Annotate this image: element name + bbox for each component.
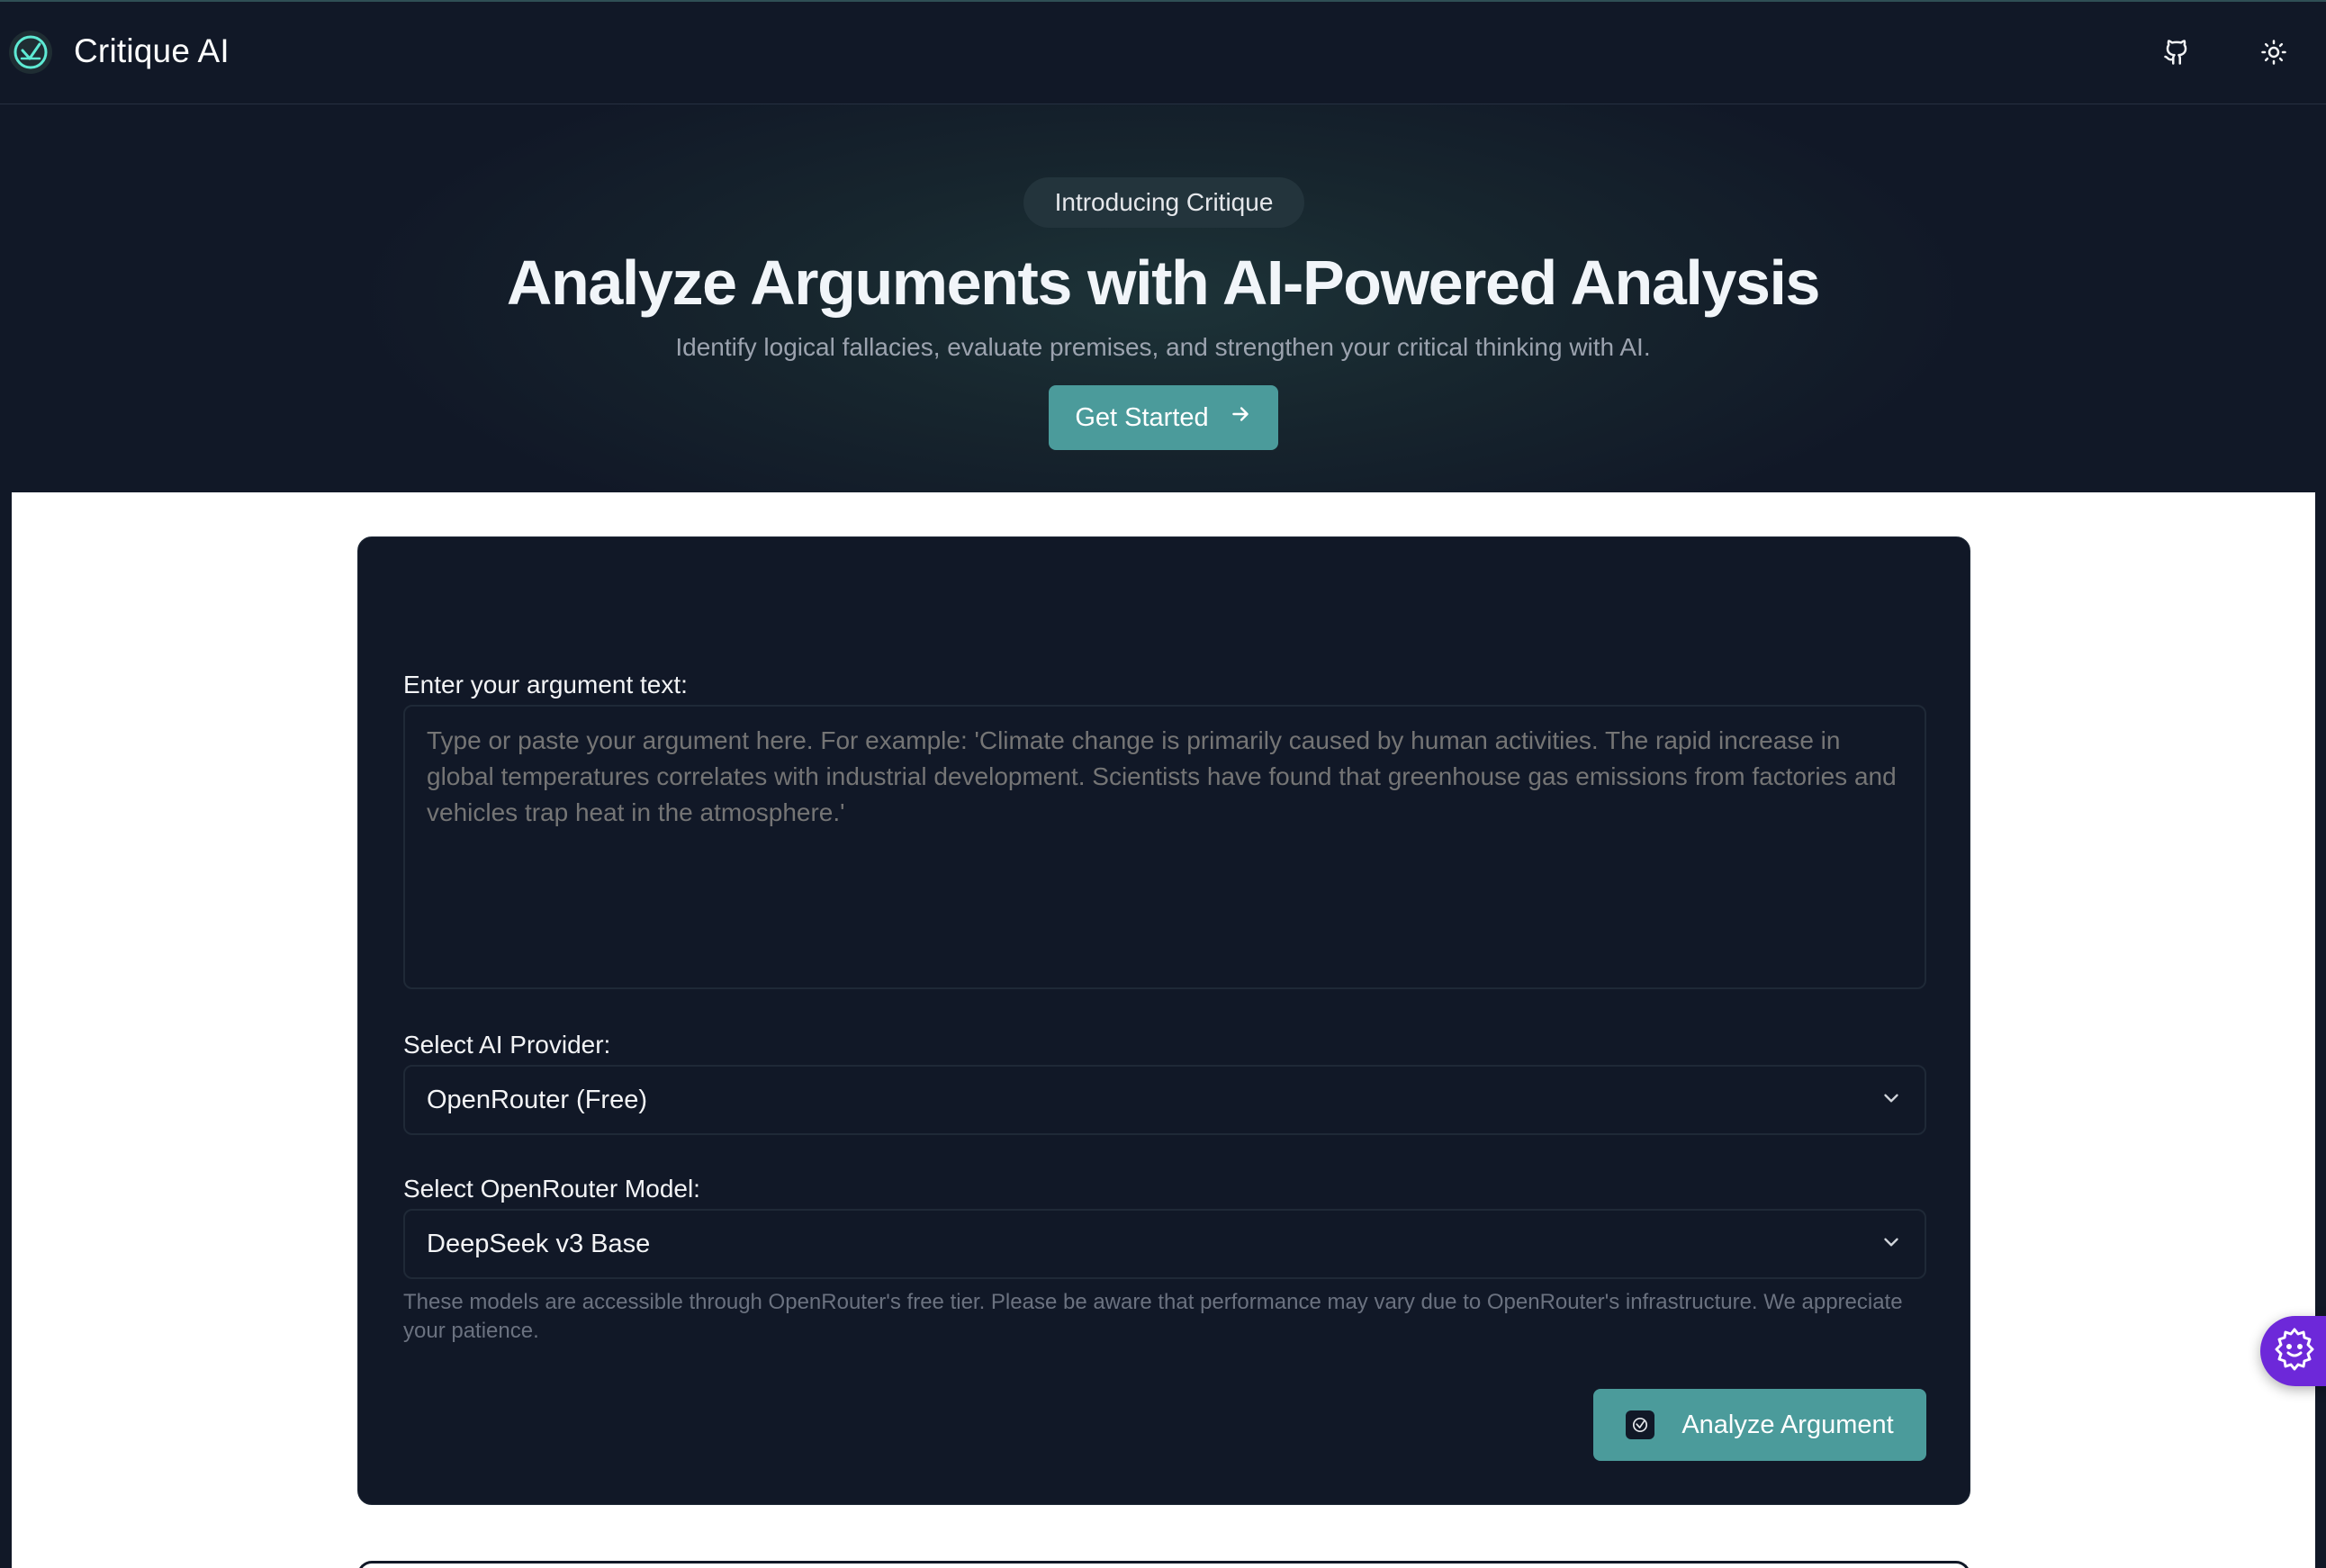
get-started-button[interactable]: Get Started xyxy=(1049,385,1278,450)
analyze-argument-label: Analyze Argument xyxy=(1681,1410,1894,1439)
get-started-label: Get Started xyxy=(1075,402,1209,432)
argument-textarea[interactable] xyxy=(403,705,1926,989)
argument-form-card: Enter your argument text: Select AI Prov… xyxy=(357,536,1970,1505)
provider-select[interactable]: OpenRouter (Free) xyxy=(403,1065,1926,1135)
model-helper-text: These models are accessible through Open… xyxy=(403,1290,1903,1343)
intro-badge: Introducing Critique xyxy=(1023,177,1304,228)
chevron-down-icon xyxy=(1880,1230,1903,1258)
smiley-gear-icon xyxy=(2271,1326,2318,1377)
sun-icon xyxy=(2260,39,2287,70)
argument-label: Enter your argument text: xyxy=(403,671,688,698)
hero-title: Analyze Arguments with AI-Powered Analys… xyxy=(506,248,1821,318)
github-button[interactable] xyxy=(2153,31,2200,77)
hero-subtitle: Identify logical fallacies, evaluate pre… xyxy=(675,333,1651,361)
assistant-widget-button[interactable] xyxy=(2260,1316,2326,1386)
model-select-value: DeepSeek v3 Base xyxy=(427,1229,651,1258)
github-icon xyxy=(2163,39,2190,70)
next-card-edge xyxy=(357,1561,1970,1568)
logo-icon xyxy=(1626,1410,1655,1439)
theme-toggle-button[interactable] xyxy=(2250,31,2297,77)
model-label: Select OpenRouter Model: xyxy=(403,1175,700,1203)
provider-select-value: OpenRouter (Free) xyxy=(427,1085,647,1114)
chevron-down-icon xyxy=(1880,1086,1903,1114)
top-navbar: Critique AI xyxy=(0,0,2326,104)
brand-name[interactable]: Critique AI xyxy=(74,32,230,70)
arrow-right-icon xyxy=(1229,402,1252,433)
model-select[interactable]: DeepSeek v3 Base xyxy=(403,1209,1926,1279)
logo-icon[interactable] xyxy=(7,29,54,76)
provider-label: Select AI Provider: xyxy=(403,1031,611,1059)
hero-section: Introducing Critique Analyze Arguments w… xyxy=(0,104,2326,492)
analyze-argument-button[interactable]: Analyze Argument xyxy=(1593,1389,1926,1461)
